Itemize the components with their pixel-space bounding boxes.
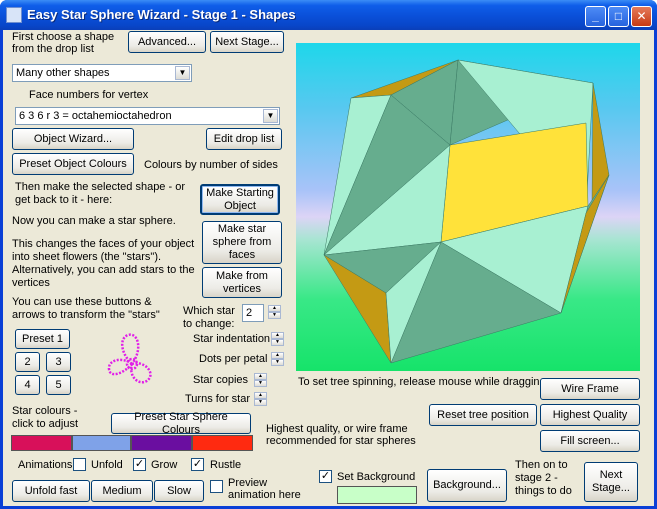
star-colours-line-1: Star colours -: [12, 405, 78, 417]
star-colours-line-2: click to adjust: [12, 418, 79, 430]
advanced-button[interactable]: Advanced...: [128, 31, 206, 53]
vertex-combo-value: 6 3 6 r 3 = octahemioctahedron: [19, 110, 172, 122]
next-stage-button[interactable]: Next Stage...: [584, 462, 638, 502]
preset-object-colours-button[interactable]: Preset Object Colours: [12, 153, 134, 175]
window: Easy Star Sphere Wizard - Stage 1 - Shap…: [0, 0, 657, 509]
grow-checkbox[interactable]: ✓: [133, 458, 146, 471]
unfold-fast-button[interactable]: Unfold fast: [12, 480, 90, 502]
chevron-down-icon[interactable]: ▼: [263, 109, 278, 123]
dots-per-petal-label: Dots per petal: [199, 353, 268, 365]
dots-per-petal-spinner[interactable]: ▲ ▼: [271, 352, 284, 367]
unfold-checkbox[interactable]: [73, 458, 86, 471]
medium-button[interactable]: Medium: [91, 480, 153, 502]
vertex-combo[interactable]: 6 3 6 r 3 = octahemioctahedron ▼: [15, 107, 280, 125]
wire-frame-button[interactable]: Wire Frame: [540, 378, 640, 400]
window-title: Easy Star Sphere Wizard - Stage 1 - Shap…: [27, 7, 296, 22]
grow-label: Grow: [151, 459, 178, 471]
star-preview-image: [107, 333, 152, 384]
make-selected-line-1: Then make the selected shape - or: [15, 181, 185, 193]
star-sphere-from-faces-button[interactable]: Make star sphere from faces: [202, 221, 282, 264]
shape-combo-value: Many other shapes: [16, 67, 110, 79]
face-numbers-label: Face numbers for vertex: [29, 89, 149, 101]
object-wizard-button[interactable]: Object Wizard...: [12, 128, 134, 150]
make-from-vertices-button[interactable]: Make from vertices: [202, 267, 282, 298]
use-buttons-line-1: You can use these buttons &: [12, 296, 152, 308]
preview-line-2: animation here: [228, 489, 301, 501]
octahemioctahedron-render: [323, 59, 610, 364]
rustle-checkbox[interactable]: ✓: [191, 458, 204, 471]
star-colour-swatch[interactable]: [131, 435, 192, 451]
then-on-line-2: stage 2 -: [515, 472, 558, 484]
hq-note-line-2: recommended for star spheres: [266, 435, 416, 447]
preset-4-button[interactable]: 4: [15, 375, 40, 395]
star-colour-swatch[interactable]: [72, 435, 131, 451]
preset-3-button[interactable]: 3: [46, 352, 71, 372]
animations-label: Animations: [18, 459, 73, 471]
title-bar[interactable]: Easy Star Sphere Wizard - Stage 1 - Shap…: [0, 0, 657, 30]
spin-hint: To set tree spinning, release mouse whil…: [298, 376, 546, 388]
minimize-button[interactable]: _: [585, 6, 606, 27]
star-indentation-label: Star indentation: [193, 333, 271, 345]
star-colour-swatch[interactable]: [11, 435, 72, 451]
make-selected-line-2: get back to it - here:: [15, 194, 113, 206]
next-stage-top-button[interactable]: Next Stage...: [210, 31, 284, 53]
changes-line-1: This changes the faces of your object: [12, 238, 195, 250]
background-button[interactable]: Background...: [427, 469, 507, 502]
rustle-label: Rustle: [210, 459, 242, 471]
background-colour-preview[interactable]: [337, 486, 417, 504]
3d-viewport[interactable]: [296, 43, 640, 371]
use-buttons-line-2: arrows to transform the "stars": [12, 309, 160, 321]
changes-line-4: vertices: [12, 277, 50, 289]
shape-combo[interactable]: Many other shapes ▼: [12, 64, 192, 82]
preview-checkbox[interactable]: [210, 480, 223, 493]
highest-quality-button[interactable]: Highest Quality: [540, 404, 640, 426]
star-copies-label: Star copies: [193, 374, 249, 386]
set-background-label: Set Background: [337, 471, 416, 483]
then-on-line-3: things to do: [515, 485, 572, 497]
chevron-down-icon[interactable]: ▼: [175, 66, 190, 80]
which-star-input[interactable]: 2: [242, 304, 264, 322]
which-star-spinner[interactable]: ▲ ▼: [268, 305, 281, 320]
turns-for-star-spinner[interactable]: ▲ ▼: [254, 392, 267, 407]
client-area: First choose a shape from the drop list …: [3, 30, 654, 506]
preset-1-button[interactable]: Preset 1: [15, 329, 70, 349]
turns-for-star-label: Turns for star: [185, 393, 250, 405]
preset-2-button[interactable]: 2: [15, 352, 40, 372]
colours-by-sides-label: Colours by number of sides: [144, 159, 278, 171]
reset-tree-position-button[interactable]: Reset tree position: [429, 404, 537, 426]
maximize-button[interactable]: □: [608, 6, 629, 27]
star-colour-swatch[interactable]: [192, 435, 253, 451]
intro-line-2: from the drop list: [12, 43, 94, 55]
fill-screen-button[interactable]: Fill screen...: [540, 430, 640, 452]
changes-line-3: Alternatively, you can add stars to the: [12, 264, 195, 276]
then-on-line-1: Then on to: [515, 459, 568, 471]
preset-star-colours-button[interactable]: Preset Star Sphere Colours: [111, 411, 251, 436]
app-icon: [6, 7, 22, 23]
now-make-label: Now you can make a star sphere.: [12, 215, 176, 227]
edit-drop-list-button[interactable]: Edit drop list: [206, 128, 282, 150]
slow-button[interactable]: Slow: [154, 480, 204, 502]
which-star-line-2: to change:: [183, 318, 235, 330]
changes-line-2: into sheet flowers (the "stars").: [12, 251, 162, 263]
set-background-checkbox[interactable]: ✓: [319, 470, 332, 483]
star-copies-spinner[interactable]: ▲ ▼: [254, 373, 267, 388]
preset-5-button[interactable]: 5: [46, 375, 71, 395]
unfold-label: Unfold: [91, 459, 123, 471]
make-starting-object-button[interactable]: Make Starting Object: [200, 184, 280, 215]
star-indentation-spinner[interactable]: ▲ ▼: [271, 332, 284, 347]
which-star-line-1: Which star: [183, 305, 235, 317]
close-button[interactable]: ✕: [631, 6, 652, 27]
